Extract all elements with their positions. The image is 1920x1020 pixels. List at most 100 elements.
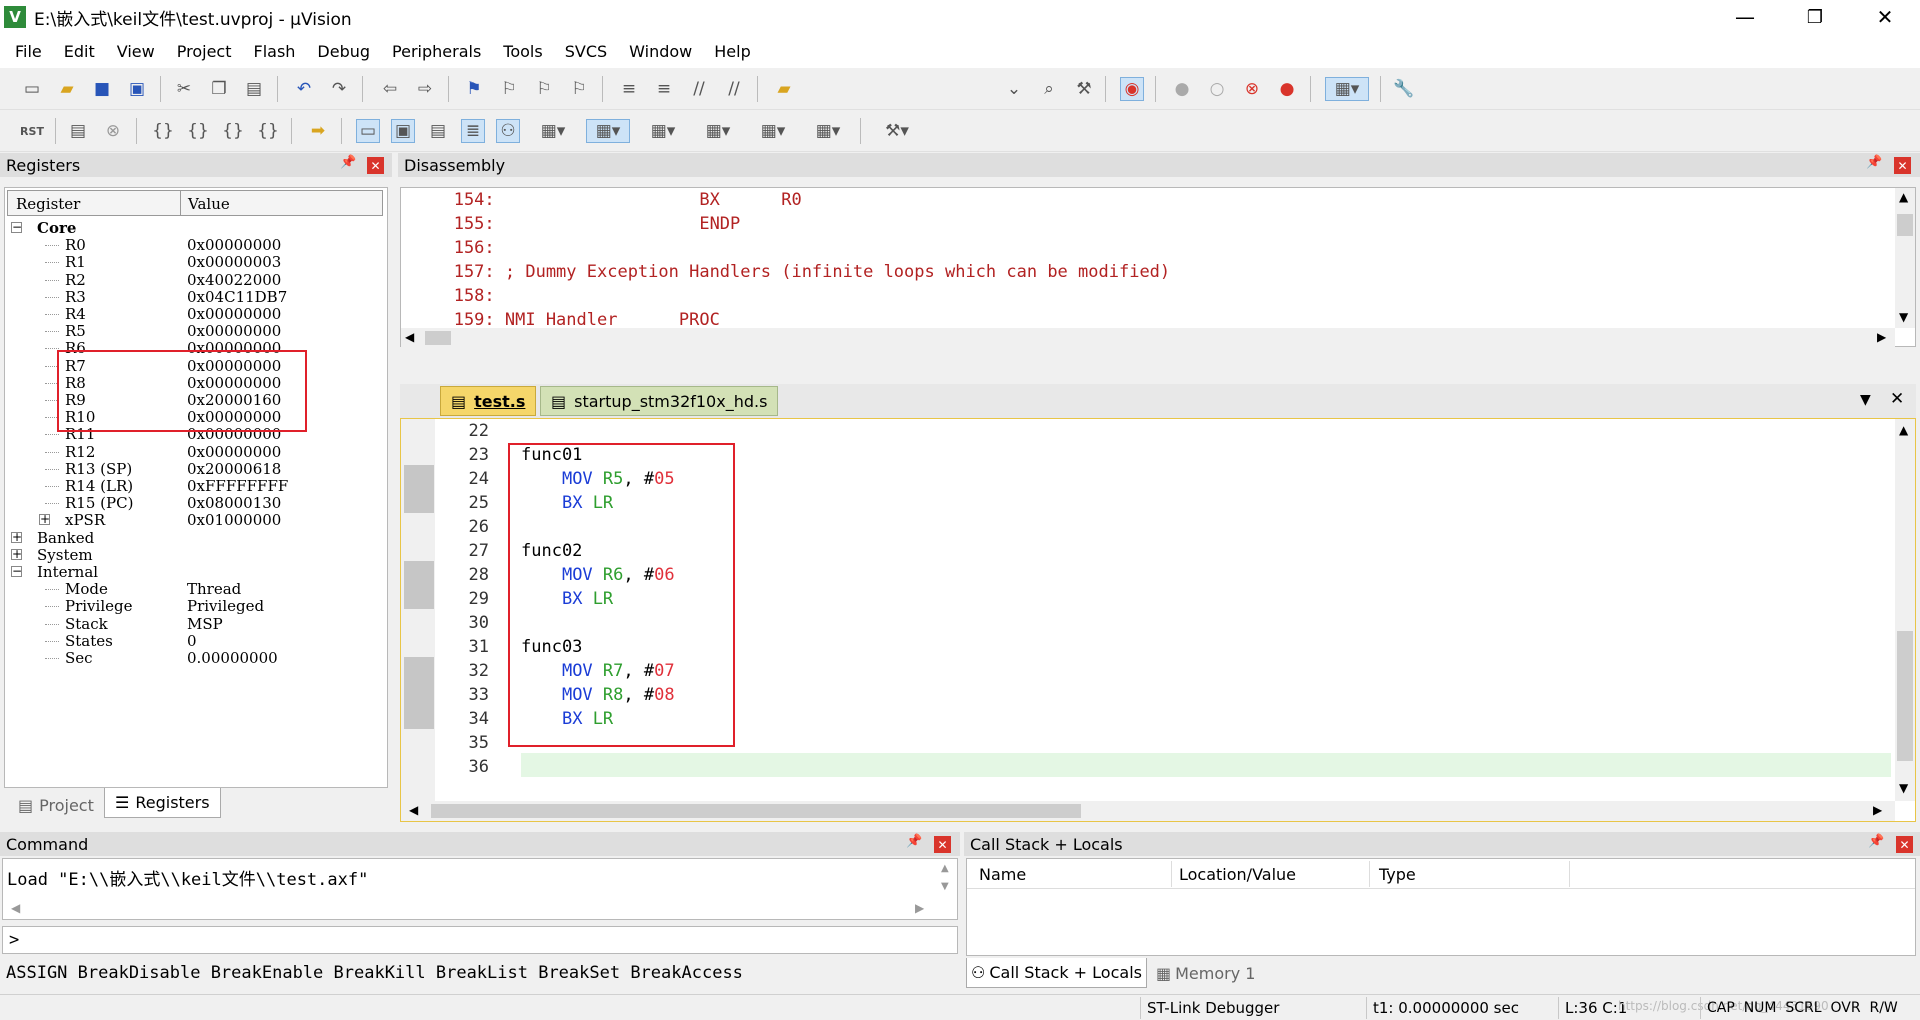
unindent-icon[interactable]: ≡ [652, 77, 676, 101]
disassembly-line[interactable]: 155: ENDP [423, 214, 741, 238]
indent-icon[interactable]: ≡ [617, 77, 641, 101]
scroll-up-icon[interactable]: ▲ [1899, 423, 1908, 437]
paste-icon[interactable]: ▤ [242, 77, 266, 101]
menu-debug[interactable]: Debug [306, 42, 381, 61]
registers-window-icon[interactable]: ≣ [461, 119, 485, 143]
symbols-window-icon[interactable]: ▤ [426, 119, 450, 143]
open-folder-icon[interactable]: ▰ [55, 77, 79, 101]
find-icon[interactable]: ⌕ [1037, 77, 1061, 101]
menu-tools[interactable]: Tools [492, 42, 553, 61]
scroll-right-icon[interactable]: ▶ [915, 901, 924, 915]
disassembly-vscroll[interactable]: ▲ ▼ [1895, 188, 1915, 328]
disassembly-line[interactable]: 156: [423, 238, 495, 262]
disassembly-line[interactable]: 159: NMI_Handler PROC [423, 310, 720, 328]
scroll-up-icon[interactable]: ▲ [941, 863, 949, 874]
register-value[interactable]: 0x00000000 [187, 236, 281, 254]
col-location-header[interactable]: Location/Value [1179, 865, 1296, 884]
pin-icon[interactable]: 📌 [340, 155, 356, 170]
expand-icon[interactable]: + [11, 531, 22, 543]
restore-button[interactable]: ❐ [1780, 0, 1850, 34]
window-layout-icon[interactable]: ▦▾ [1325, 77, 1369, 101]
pin-icon[interactable]: 📌 [1866, 155, 1882, 170]
save-all-icon[interactable]: ▣ [125, 77, 149, 101]
step-into-icon[interactable]: {} [151, 119, 175, 143]
menu-view[interactable]: View [106, 42, 166, 61]
redo-icon[interactable]: ↷ [327, 77, 351, 101]
save-icon[interactable]: ■ [90, 77, 114, 101]
pin-icon[interactable]: 📌 [906, 834, 922, 849]
disassembly-hscroll[interactable]: ◀ ▶ [401, 328, 1895, 348]
cut-icon[interactable]: ✂ [172, 77, 196, 101]
serial-window-icon[interactable]: ▦▾ [641, 119, 685, 143]
menu-edit[interactable]: Edit [53, 42, 106, 61]
close-disassembly-icon[interactable]: ✕ [1894, 157, 1911, 174]
menu-help[interactable]: Help [703, 42, 761, 61]
incremental-find-icon[interactable]: ⚒ [1072, 77, 1096, 101]
run-icon[interactable]: ▤ [66, 119, 90, 143]
disassembly-line[interactable]: 157: ; Dummy Exception Handlers (infinit… [423, 262, 1170, 286]
register-value[interactable]: 0.00000000 [187, 649, 278, 667]
scroll-right-icon[interactable]: ▶ [1877, 330, 1886, 344]
close-editor-icon[interactable]: ✕ [1890, 389, 1904, 409]
collapse-icon[interactable]: − [11, 565, 22, 577]
register-value[interactable]: 0x00000000 [187, 305, 281, 323]
scroll-down-icon[interactable]: ▼ [1899, 781, 1908, 795]
register-value[interactable]: 0x01000000 [187, 511, 281, 529]
bookmark-icon[interactable]: ⚑ [462, 77, 486, 101]
close-command-icon[interactable]: ✕ [934, 836, 951, 853]
nav-forward-icon[interactable]: ⇨ [413, 77, 437, 101]
disassembly-line[interactable]: 158: [423, 286, 495, 310]
step-out-icon[interactable]: {} [221, 119, 245, 143]
reset-icon[interactable]: RST [20, 119, 44, 143]
bookmark-next-icon[interactable]: ⚐ [532, 77, 556, 101]
menu-window[interactable]: Window [618, 42, 703, 61]
step-over-icon[interactable]: {} [186, 119, 210, 143]
tab-memory-1[interactable]: ▦ Memory 1 [1152, 958, 1259, 988]
col-register-header[interactable]: Register [16, 195, 80, 213]
tab-project[interactable]: ▤ Project [8, 790, 104, 820]
register-value[interactable]: 0 [187, 632, 197, 650]
dropdown-chevron-icon[interactable]: ⌄ [1002, 77, 1026, 101]
tab-startup-file[interactable]: ▤ startup_stm32f10x_hd.s [540, 386, 779, 416]
disable-all-breakpoints-icon[interactable]: ⊗ [1240, 77, 1264, 101]
disable-breakpoint-icon[interactable]: ○ [1205, 77, 1229, 101]
tab-list-dropdown-icon[interactable]: ▼ [1860, 392, 1871, 408]
menu-flash[interactable]: Flash [242, 42, 306, 61]
scroll-right-icon[interactable]: ▶ [1873, 803, 1882, 817]
code-editor[interactable]: 22 23 func01 24 MOV R5, #05 25 BX LR 26 27 func… [400, 418, 1916, 822]
nav-back-icon[interactable]: ⇦ [378, 77, 402, 101]
close-callstack-icon[interactable]: ✕ [1896, 836, 1913, 853]
col-name-header[interactable]: Name [979, 865, 1026, 884]
menu-peripherals[interactable]: Peripherals [381, 42, 492, 61]
vscroll-thumb[interactable] [1897, 214, 1913, 236]
expand-icon[interactable]: + [11, 548, 22, 560]
col-type-header[interactable]: Type [1379, 865, 1416, 884]
command-window-icon[interactable]: ▭ [356, 119, 380, 143]
breakpoint-icon[interactable]: ● [1170, 77, 1194, 101]
hscroll-thumb[interactable] [425, 331, 451, 345]
tab-test-s[interactable]: ▤ test.s [440, 386, 537, 416]
editor-vscroll[interactable]: ▲ ▼ [1895, 419, 1915, 801]
scroll-left-icon[interactable]: ◀ [11, 901, 20, 915]
trace-window-icon[interactable]: ▦▾ [751, 119, 795, 143]
menu-svcs[interactable]: SVCS [554, 42, 618, 61]
register-value[interactable]: 0x40022000 [187, 271, 281, 289]
collapse-icon[interactable]: − [11, 221, 22, 233]
register-value[interactable]: 0x00000003 [187, 253, 281, 271]
new-file-icon[interactable]: ▭ [20, 77, 44, 101]
tab-callstack-locals[interactable]: ⚇ Call Stack + Locals [966, 958, 1147, 988]
watch-window-icon[interactable]: ▦▾ [531, 119, 575, 143]
register-value[interactable]: 0x08000130 [187, 494, 281, 512]
toolbox-icon[interactable]: ⚒▾ [875, 119, 919, 143]
configure-tools-icon[interactable]: 🔧 [1392, 77, 1416, 101]
editor-hscroll[interactable]: ◀ ▶ [401, 801, 1895, 821]
close-registers-icon[interactable]: ✕ [367, 157, 384, 174]
bookmark-prev-icon[interactable]: ⚐ [497, 77, 521, 101]
pin-icon[interactable]: 📌 [1868, 834, 1884, 849]
register-value[interactable]: MSP [187, 615, 223, 633]
menu-file[interactable]: File [4, 42, 53, 61]
scroll-left-icon[interactable]: ◀ [409, 803, 418, 817]
scroll-up-icon[interactable]: ▲ [1899, 190, 1908, 204]
memory-window-icon[interactable]: ▦▾ [586, 119, 630, 143]
bookmark-clear-icon[interactable]: ⚐ [567, 77, 591, 101]
